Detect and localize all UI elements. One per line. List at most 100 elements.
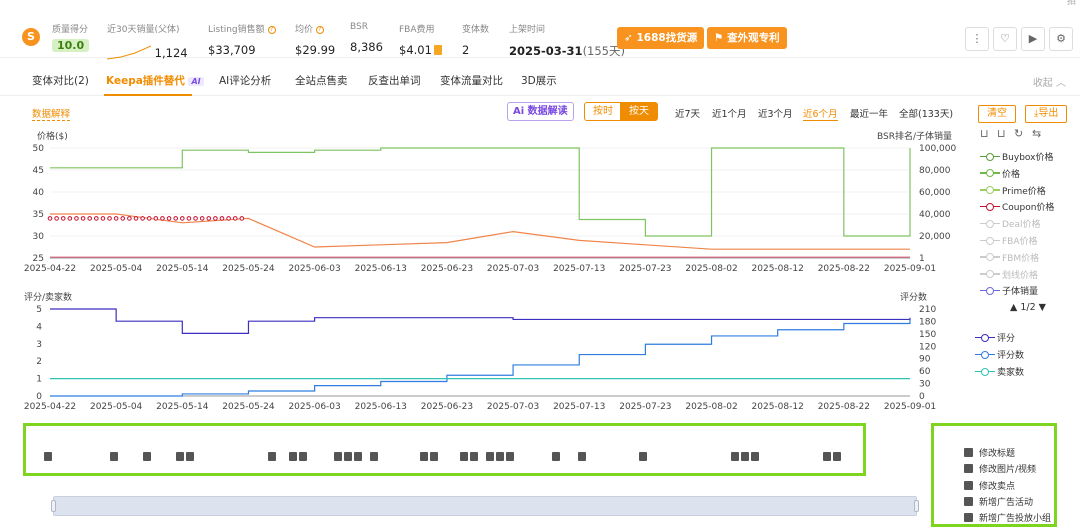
slider-handle-left[interactable] bbox=[51, 500, 56, 512]
event-marker-icon[interactable] bbox=[486, 452, 514, 461]
event-marker-icon[interactable] bbox=[823, 452, 841, 461]
chart1-y-tick: 25 bbox=[33, 254, 44, 264]
event-type-icon bbox=[964, 464, 973, 474]
legend-item[interactable]: 评分数 bbox=[975, 348, 1024, 361]
settings-icon[interactable]: ⚙ bbox=[1049, 27, 1073, 51]
legend-label: Deal价格 bbox=[1002, 220, 1041, 231]
chart2-y-label: 评分/卖家数 bbox=[24, 293, 73, 303]
event-marker-icon[interactable] bbox=[578, 452, 586, 461]
find-source-1688-button[interactable]: ➶ 1688找货源 bbox=[617, 27, 705, 49]
coupon-point bbox=[74, 216, 79, 221]
legend-item[interactable]: 子体销量 bbox=[980, 284, 1038, 297]
chart1-y2-tick: 80,000 bbox=[919, 166, 951, 176]
range-7d[interactable]: 近7天 bbox=[675, 106, 700, 120]
clear-button[interactable]: 清空 bbox=[978, 105, 1016, 123]
stat-avg-price: 均价 ? $29.99 bbox=[295, 25, 336, 57]
collapse-button[interactable]: 收起 ︿ bbox=[1033, 74, 1066, 89]
event-marker-icon[interactable] bbox=[552, 452, 560, 461]
event-marker-icon[interactable] bbox=[289, 452, 307, 461]
legend-item[interactable]: Prime价格 bbox=[980, 184, 1046, 197]
restore-icon[interactable]: ↻ bbox=[1014, 127, 1023, 140]
event-marker-icon[interactable] bbox=[639, 452, 647, 461]
event-marker-icon[interactable] bbox=[334, 452, 362, 461]
event-marker-icon[interactable] bbox=[460, 452, 478, 461]
coupon-point bbox=[146, 216, 152, 221]
help-icon[interactable]: ? bbox=[315, 26, 324, 34]
tab-all-sites[interactable]: 全站点售卖 bbox=[295, 73, 348, 88]
legend-item[interactable]: Deal价格 bbox=[980, 217, 1040, 230]
heart-icon[interactable]: ♡ bbox=[993, 27, 1017, 51]
ai-read-button[interactable]: Ai 数据解读 bbox=[507, 102, 574, 121]
legend-item[interactable]: Buybox价格 bbox=[980, 150, 1053, 163]
legend-item[interactable]: Coupon价格 bbox=[980, 200, 1054, 213]
legend-label: FBA价格 bbox=[1002, 237, 1038, 247]
tab-bar: 变体对比(2) Keepa插件替代 AI AI评论分析 全站点售卖 反查出单词 … bbox=[0, 60, 1080, 96]
stat-value: $4.01 bbox=[399, 43, 432, 57]
coupon-point bbox=[94, 216, 99, 221]
tab-ai-review[interactable]: AI评论分析 bbox=[219, 73, 271, 88]
chart1-x-tick: 2025-06-03 bbox=[288, 264, 340, 274]
more-icon[interactable]: ⋮ bbox=[965, 27, 989, 51]
legend-item[interactable]: 价格 bbox=[980, 167, 1020, 180]
event-marker-icon[interactable] bbox=[420, 452, 438, 461]
range-1y[interactable]: 最近一年 bbox=[850, 106, 888, 120]
event-marker-icon[interactable] bbox=[268, 452, 276, 461]
chart1-y2-tick: 1 bbox=[919, 254, 925, 264]
legend-marker-icon bbox=[975, 350, 995, 359]
chart1-x-tick: 2025-09-01 bbox=[884, 264, 936, 274]
chart1-y-tick: 40 bbox=[33, 188, 45, 198]
video-icon[interactable]: ▶ bbox=[1021, 27, 1045, 51]
slider-handle-right[interactable] bbox=[914, 500, 919, 512]
zoom-reset-icon[interactable]: ⊔ bbox=[997, 127, 1006, 140]
chart2-y2-tick: 0 bbox=[919, 392, 925, 402]
event-marker-icon[interactable] bbox=[176, 452, 194, 461]
event-legend-item: 修改卖点 bbox=[964, 479, 1015, 492]
legend-pager[interactable]: ▲ 1/2 ▼ bbox=[1010, 302, 1046, 313]
by-day-button[interactable]: 按天 bbox=[620, 102, 658, 121]
event-marker-icon[interactable] bbox=[110, 452, 118, 461]
legend-item[interactable]: 评分 bbox=[975, 331, 1015, 344]
legend-item[interactable]: 卖家数 bbox=[975, 365, 1024, 378]
legend-marker-icon bbox=[980, 219, 1000, 228]
chart2-y-tick: 4 bbox=[36, 322, 42, 332]
range-slider[interactable] bbox=[51, 496, 919, 516]
help-icon[interactable]: ? bbox=[267, 26, 276, 34]
range-6m[interactable]: 近6个月 bbox=[803, 106, 838, 121]
legend-label: FBM价格 bbox=[1002, 253, 1040, 264]
legend-item[interactable]: FBA价格 bbox=[980, 234, 1038, 247]
legend-item[interactable]: 划线价格 bbox=[980, 268, 1038, 281]
stat-label: 近30天销量(父体) bbox=[107, 25, 180, 35]
event-marker-icon[interactable] bbox=[44, 452, 52, 461]
coupon-point bbox=[80, 216, 86, 221]
chart2-y-tick: 5 bbox=[36, 305, 42, 315]
calculator-icon[interactable] bbox=[433, 45, 442, 55]
event-legend-label: 修改卖点 bbox=[979, 481, 1016, 492]
swap-icon[interactable]: ⇆ bbox=[1032, 127, 1041, 140]
range-all[interactable]: 全部(133天) bbox=[899, 106, 953, 120]
event-marker-icon[interactable] bbox=[370, 452, 378, 461]
zoom-icon[interactable]: ⊔ bbox=[980, 127, 989, 140]
legend-item[interactable]: FBM价格 bbox=[980, 251, 1039, 264]
event-marker-icon[interactable] bbox=[731, 452, 759, 461]
check-patent-button[interactable]: ⚑ 查外观专利 bbox=[707, 27, 787, 49]
range-1m[interactable]: 近1个月 bbox=[712, 106, 747, 120]
tab-3d[interactable]: 3D展示 bbox=[521, 73, 557, 88]
event-marker-icon[interactable] bbox=[143, 452, 151, 461]
legend-marker-icon bbox=[975, 333, 995, 342]
tab-variant-traffic[interactable]: 变体流量对比 bbox=[440, 73, 503, 88]
export-button[interactable]: ⤓导出 bbox=[1025, 105, 1068, 123]
event-legend-label: 新增广告投放小组 bbox=[979, 514, 1052, 525]
range-3m[interactable]: 近3个月 bbox=[758, 106, 793, 120]
tab-variant-compare[interactable]: 变体对比(2) bbox=[32, 73, 89, 88]
tab-reverse-keywords[interactable]: 反查出单词 bbox=[368, 73, 421, 88]
data-explain-link[interactable]: 数据解释 bbox=[32, 106, 71, 121]
chart1-y2-tick: 60,000 bbox=[919, 188, 951, 198]
by-hour-button[interactable]: 按时 bbox=[584, 102, 622, 121]
legend-marker-icon bbox=[980, 169, 1000, 178]
chart1-y-tick: 45 bbox=[33, 166, 44, 176]
tab-keepa[interactable]: Keepa插件替代 AI bbox=[106, 73, 204, 88]
chart1-y-tick: 30 bbox=[33, 232, 45, 242]
rating-series-line bbox=[50, 308, 911, 334]
chart2-x-tick: 2025-04-22 bbox=[24, 402, 76, 412]
chart2-x-tick: 2025-08-12 bbox=[752, 402, 804, 412]
